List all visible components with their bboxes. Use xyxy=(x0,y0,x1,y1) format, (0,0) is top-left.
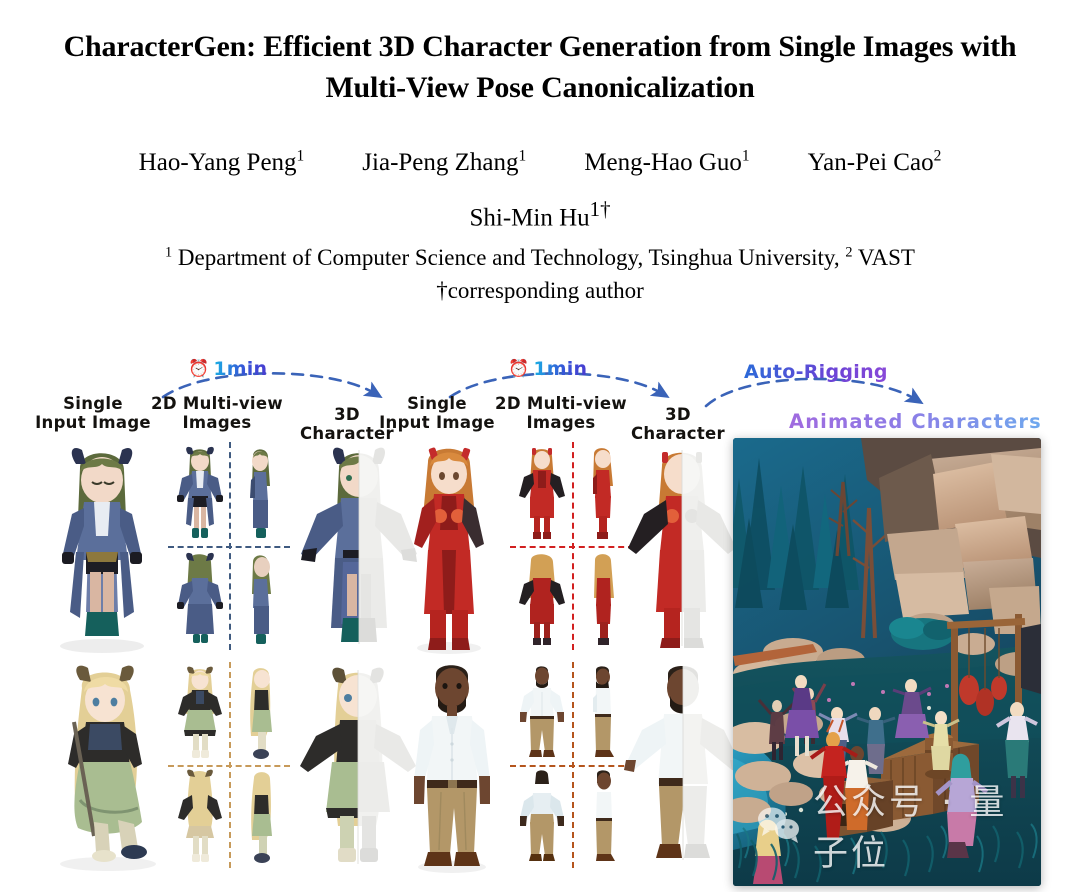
grid-divider-horizontal xyxy=(168,546,290,548)
multiview-grid-blonde xyxy=(168,662,290,868)
multiview-cell-side-back xyxy=(252,555,271,644)
stage-label-single-input-right: Single Input Image xyxy=(379,394,495,432)
input-image-char-red xyxy=(396,438,502,656)
grid-divider-horizontal xyxy=(510,546,634,548)
author-entry: Meng-Hao Guo1 xyxy=(584,148,749,178)
author-entry: Yan-Pei Cao2 xyxy=(808,148,942,178)
title-line-2: Multi-View Pose Canonicalization xyxy=(325,71,755,104)
multiview-grid-blue xyxy=(168,442,290,650)
affiliation-marker-2: 2 xyxy=(845,244,853,261)
time-badge-right: ⏰ 1min xyxy=(508,358,587,380)
alarm-clock-icon: ⏰ xyxy=(508,358,530,379)
stage-label-3d-right: 3D Character xyxy=(631,405,725,443)
multiview-cell-back xyxy=(178,769,222,862)
animated-scene-render: 公众号 · 量子位 xyxy=(733,438,1041,886)
time-badge-text: 1min xyxy=(533,358,588,380)
affiliation-line: 1 Department of Computer Science and Tec… xyxy=(0,243,1080,273)
author-name: Jia-Peng Zhang xyxy=(362,149,519,176)
alarm-clock-icon: ⏰ xyxy=(188,358,210,379)
input-image-char-man xyxy=(398,658,506,874)
teaser-figure: ⏰ 1min ⏰ 1min Auto-Rigging Animated Char… xyxy=(0,330,1080,892)
animated-characters-label: Animated Characters xyxy=(789,410,1042,433)
author-list: Hao-Yang Peng1 Jia-Peng Zhang1 Meng-Hao … xyxy=(0,148,1080,178)
title-line-1: CharacterGen: Efficient 3D Character Gen… xyxy=(63,30,1017,63)
author-name: Yan-Pei Cao xyxy=(807,149,934,176)
multiview-cell-front xyxy=(519,448,565,539)
author-entry: Jia-Peng Zhang1 xyxy=(362,148,526,178)
multiview-cell-back xyxy=(520,770,564,861)
input-image-char-blue xyxy=(42,440,162,655)
multiview-cell-side xyxy=(593,448,613,539)
paper-header: CharacterGen: Efficient 3D Character Gen… xyxy=(0,0,1080,305)
input-image-char-blonde xyxy=(38,660,178,872)
multiview-cell-side xyxy=(250,449,270,538)
grid-divider-horizontal xyxy=(168,765,290,767)
multiview-cell-side-back xyxy=(596,770,615,861)
multiview-cell-side xyxy=(593,666,614,757)
stage-label-multiview-left: 2D Multi-view Images xyxy=(151,394,283,432)
multiview-cell-side xyxy=(250,668,272,759)
affiliation-text: Department of Computer Science and Techn… xyxy=(172,245,846,271)
author-name: Meng-Hao Guo xyxy=(584,149,742,176)
auto-rigging-label: Auto-Rigging xyxy=(744,361,888,383)
corresponding-author-note: †corresponding author xyxy=(436,278,644,304)
author-affiliation-marker: 1† xyxy=(589,197,611,221)
author-affiliation-marker: 1 xyxy=(296,147,305,165)
grid-divider-horizontal xyxy=(510,765,634,767)
multiview-cell-front xyxy=(178,666,222,758)
multiview-grid-man xyxy=(510,662,634,868)
multiview-cell-side-back xyxy=(251,772,272,863)
3d-character-man xyxy=(622,660,744,868)
author-name: Hao-Yang Peng xyxy=(138,149,297,176)
author-affiliation-marker: 2 xyxy=(933,147,942,165)
author-name: Shi-Min Hu xyxy=(469,204,590,232)
3d-character-red xyxy=(622,442,742,652)
author-entry: Hao-Yang Peng1 xyxy=(139,148,305,178)
multiview-cell-front xyxy=(177,446,223,538)
multiview-grid-red xyxy=(510,442,634,650)
multiview-cell-side-back xyxy=(594,554,614,645)
stage-label-single-input-left: Single Input Image xyxy=(35,394,151,432)
multiview-cell-back xyxy=(177,552,223,643)
stage-label-multiview-right: 2D Multi-view Images xyxy=(495,394,627,432)
author-entry-last: Shi-Min Hu1† xyxy=(0,194,1080,233)
multiview-cell-back xyxy=(519,554,565,645)
affiliation-text-2: VAST xyxy=(852,245,915,271)
author-affiliation-marker: 1 xyxy=(518,147,527,165)
time-badge-left: ⏰ 1min xyxy=(188,358,267,380)
time-badge-text: 1min xyxy=(213,358,268,380)
multiview-cell-front xyxy=(520,666,564,757)
page-title: CharacterGen: Efficient 3D Character Gen… xyxy=(0,0,1080,108)
author-affiliation-marker: 1 xyxy=(741,147,750,165)
